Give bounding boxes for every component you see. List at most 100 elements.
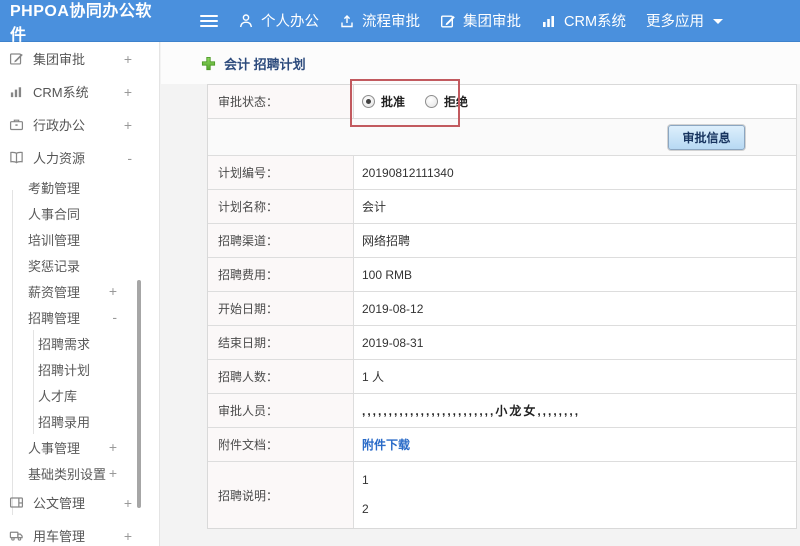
sidebar-scrollbar[interactable] xyxy=(137,280,141,508)
sidebar-item-label: 用车管理 xyxy=(33,529,86,544)
nav-item-crm-system[interactable]: CRM系统 xyxy=(541,10,626,31)
expand-toggle[interactable]: + xyxy=(109,439,117,455)
recruitment-plan-form: 审批状态： 批准 拒绝 审批信息 计划编号： 20190812111340 计划… xyxy=(207,84,797,529)
document-icon xyxy=(8,495,24,510)
sidebar-item-rewards-records[interactable]: 奖惩记录 xyxy=(0,252,159,278)
expand-toggle[interactable]: + xyxy=(124,528,132,544)
field-row-plan-name: 计划名称： 会计 xyxy=(208,190,796,224)
expand-toggle[interactable]: + xyxy=(124,495,132,511)
top-header: PHPOA协同办公软件 个人办公 流程审批 集团审批 CRM系统 更多应用 xyxy=(0,0,800,44)
sidebar-item-salary-mgmt[interactable]: 薪资管理 + xyxy=(0,278,159,304)
collapse-toggle[interactable]: - xyxy=(127,150,132,166)
sidebar-item-recruitment-needs[interactable]: 招聘需求 xyxy=(0,330,159,356)
collapse-toggle[interactable]: - xyxy=(112,309,117,325)
sidebar-item-label: 薪资管理 xyxy=(28,284,81,300)
sidebar-item-recruitment-hiring[interactable]: 招聘录用 xyxy=(0,408,159,434)
field-label: 招聘渠道： xyxy=(208,224,354,257)
description-line: 1 xyxy=(362,473,369,487)
app-window: PHPOA协同办公软件 个人办公 流程审批 集团审批 CRM系统 更多应用 集团… xyxy=(0,0,800,546)
workflow-icon xyxy=(339,13,355,29)
expand-toggle[interactable]: + xyxy=(124,84,132,100)
field-value: 2019-08-12 xyxy=(362,301,424,316)
sidebar-item-label: 行政办公 xyxy=(33,118,86,133)
caret-down-icon xyxy=(713,19,724,24)
sidebar-item-hr-contracts[interactable]: 人事合同 xyxy=(0,200,159,226)
sidebar-item-label: 奖惩记录 xyxy=(28,258,81,274)
field-row-recruit-cost: 招聘费用： 100 RMB xyxy=(208,258,796,292)
sidebar: 集团审批 + CRM系统 + 行政办公 + 人力资源 - 考勤管理 人事合同 培… xyxy=(0,42,160,546)
sidebar-item-human-resources[interactable]: 人力资源 - xyxy=(0,141,159,174)
sidebar-item-label: 人力资源 xyxy=(33,151,86,166)
nav-item-workflow-approval[interactable]: 流程审批 xyxy=(339,10,420,31)
field-label: 计划名称： xyxy=(208,190,354,223)
menu-icon[interactable] xyxy=(200,12,218,30)
sidebar-item-training-mgmt[interactable]: 培训管理 xyxy=(0,226,159,252)
sidebar-item-label: 人事合同 xyxy=(28,206,81,222)
expand-toggle[interactable]: + xyxy=(124,117,132,133)
edit-icon xyxy=(440,13,456,29)
sidebar-item-label: 招聘需求 xyxy=(38,336,91,352)
field-row-recruit-channel: 招聘渠道： 网络招聘 xyxy=(208,224,796,258)
expand-toggle[interactable]: + xyxy=(124,51,132,67)
button-row: 审批信息 xyxy=(208,119,796,156)
field-value: 1 人 xyxy=(362,370,385,384)
sidebar-item-recruitment-mgmt[interactable]: 招聘管理 - xyxy=(0,304,159,330)
nav-item-personal-office[interactable]: 个人办公 xyxy=(238,10,319,31)
book-icon xyxy=(8,150,24,165)
sidebar-item-label: 招聘管理 xyxy=(28,310,81,326)
sidebar-item-talent-pool[interactable]: 人才库 xyxy=(0,382,159,408)
truck-icon xyxy=(8,528,24,543)
field-label: 开始日期： xyxy=(208,292,354,325)
sidebar-item-label: 集团审批 xyxy=(33,52,86,67)
field-label: 招聘说明： xyxy=(208,462,354,528)
field-value: ,,,,,,,,,,,,,,,,,,,,,,,,,小龙女,,,,,,,, xyxy=(362,404,581,418)
nav-label: CRM系统 xyxy=(564,14,627,30)
add-plus-icon xyxy=(201,56,216,71)
field-row-plan-number: 计划编号： 20190812111340 xyxy=(208,156,796,190)
sidebar-item-label: 招聘录用 xyxy=(38,414,91,430)
sidebar-item-attendance-mgmt[interactable]: 考勤管理 xyxy=(0,174,159,200)
expand-toggle[interactable]: + xyxy=(109,283,117,299)
field-row-attachment: 附件文档： 附件下载 xyxy=(208,428,796,462)
briefcase-icon xyxy=(8,117,24,132)
attachment-download-link[interactable]: 附件下载 xyxy=(362,436,410,453)
field-label: 招聘人数： xyxy=(208,360,354,393)
barchart-icon xyxy=(8,84,24,99)
field-value: 2019-08-31 xyxy=(362,335,424,350)
sidebar-item-label: 人才库 xyxy=(38,388,78,404)
sidebar-item-group-approval[interactable]: 集团审批 + xyxy=(0,42,159,75)
field-label: 附件文档： xyxy=(208,428,354,461)
field-label: 招聘费用： xyxy=(208,258,354,291)
attachment-cell: 附件下载 xyxy=(354,428,796,461)
sidebar-item-label: CRM系统 xyxy=(33,85,89,100)
sidebar-item-recruitment-plan[interactable]: 招聘计划 xyxy=(0,356,159,382)
nav-label: 流程审批 xyxy=(362,14,420,30)
field-value: 会计 xyxy=(362,200,387,214)
field-value: 网络招聘 xyxy=(362,234,411,248)
sidebar-item-admin-office[interactable]: 行政办公 + xyxy=(0,108,159,141)
page-title-text: 会计 招聘计划 xyxy=(224,57,306,72)
sidebar-item-basic-category-settings[interactable]: 基础类别设置 + xyxy=(0,460,159,486)
field-label: 计划编号： xyxy=(208,156,354,189)
content-title-strip: 会计 招聘计划 xyxy=(161,42,800,84)
sidebar-item-personnel-mgmt[interactable]: 人事管理 + xyxy=(0,434,159,460)
sidebar-item-label: 基础类别设置 xyxy=(28,466,107,482)
page-title: 会计 招聘计划 xyxy=(201,54,306,73)
sidebar-item-label: 考勤管理 xyxy=(28,180,81,196)
sidebar-item-label: 公文管理 xyxy=(33,496,86,511)
sidebar-item-crm-system[interactable]: CRM系统 + xyxy=(0,75,159,108)
field-row-headcount: 招聘人数： 1 人 xyxy=(208,360,796,394)
nav-item-more-apps[interactable]: 更多应用 xyxy=(646,10,724,31)
field-value: 1 2 xyxy=(354,462,796,528)
field-label: 审批状态： xyxy=(208,85,354,118)
nav-item-group-approval[interactable]: 集团审批 xyxy=(440,10,521,31)
expand-toggle[interactable]: + xyxy=(109,465,117,481)
sidebar-item-vehicle-mgmt[interactable]: 用车管理 + xyxy=(0,519,159,546)
field-row-description: 招聘说明： 1 2 xyxy=(208,462,796,528)
field-row-start-date: 开始日期： 2019-08-12 xyxy=(208,292,796,326)
approval-info-button[interactable]: 审批信息 xyxy=(668,124,745,150)
field-row-approval-status: 审批状态： 批准 拒绝 xyxy=(208,85,796,119)
field-value: 100 RMB xyxy=(362,267,413,282)
edit-icon xyxy=(8,51,24,66)
sidebar-item-document-mgmt[interactable]: 公文管理 + xyxy=(0,486,159,519)
